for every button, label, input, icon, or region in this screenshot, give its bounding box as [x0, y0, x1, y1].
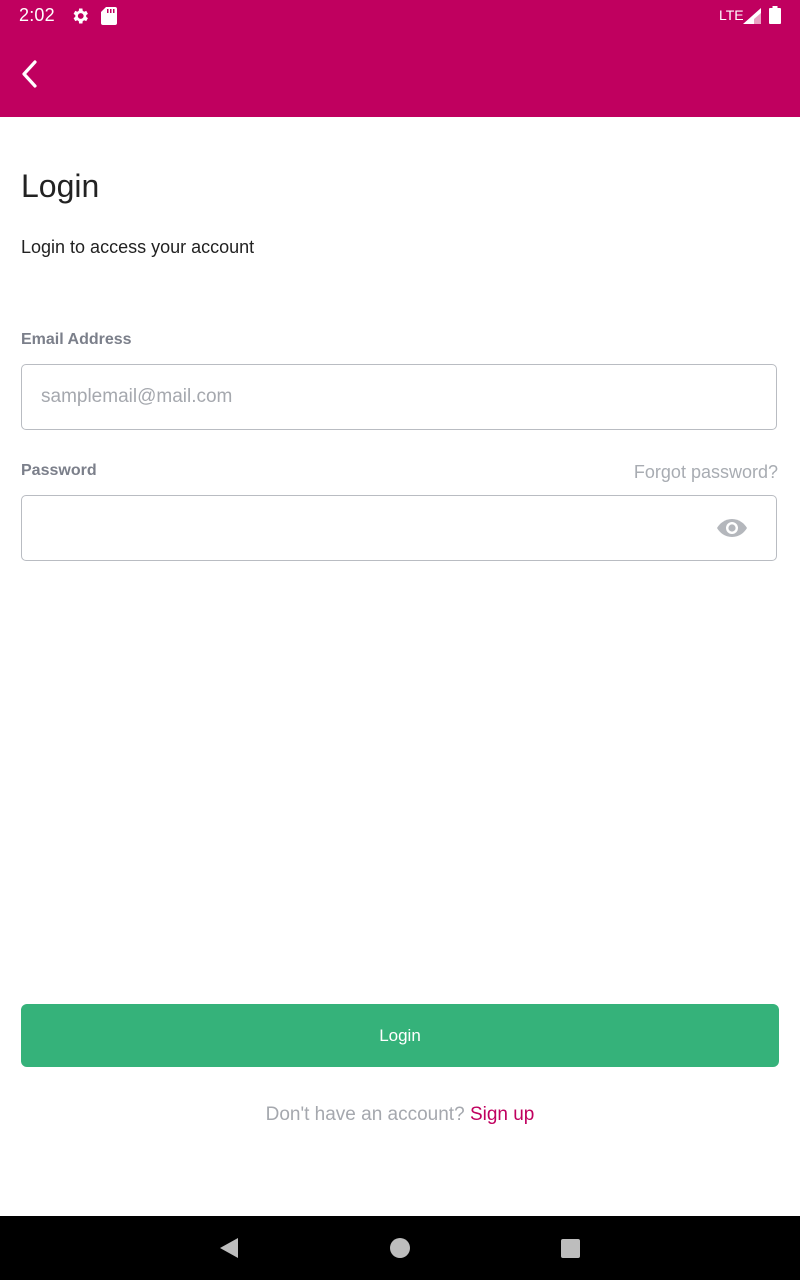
sd-card-icon [101, 7, 117, 25]
email-field[interactable] [21, 364, 777, 430]
system-nav-bar [0, 1216, 800, 1280]
status-time: 2:02 [19, 5, 55, 25]
app-header: 2:02 LTE [0, 0, 800, 117]
login-button[interactable]: Login [21, 1004, 779, 1067]
status-bar: 2:02 LTE [0, 0, 800, 32]
recents-square-icon[interactable] [561, 1239, 580, 1258]
network-type: LTE [719, 7, 744, 23]
signup-prompt: Don't have an account? [265, 1104, 465, 1125]
gear-icon [73, 8, 88, 24]
battery-icon [769, 6, 781, 24]
password-input[interactable] [41, 496, 721, 560]
password-label: Password [21, 462, 97, 479]
chevron-left-icon [22, 60, 37, 88]
signup-link[interactable]: Sign up [470, 1104, 534, 1125]
password-field[interactable] [21, 495, 777, 561]
page-title: Login [21, 168, 100, 204]
signal-icon [743, 8, 761, 24]
eye-icon[interactable] [716, 516, 748, 540]
back-triangle-icon[interactable] [218, 1237, 240, 1259]
page-subtitle: Login to access your account [21, 237, 255, 257]
back-button[interactable] [10, 52, 50, 96]
email-label: Email Address [21, 331, 132, 348]
signup-row: Don't have an account? Sign up [0, 1104, 800, 1126]
email-input[interactable] [41, 365, 721, 429]
forgot-password-link[interactable]: Forgot password? [634, 462, 778, 483]
home-circle-icon[interactable] [390, 1238, 410, 1258]
